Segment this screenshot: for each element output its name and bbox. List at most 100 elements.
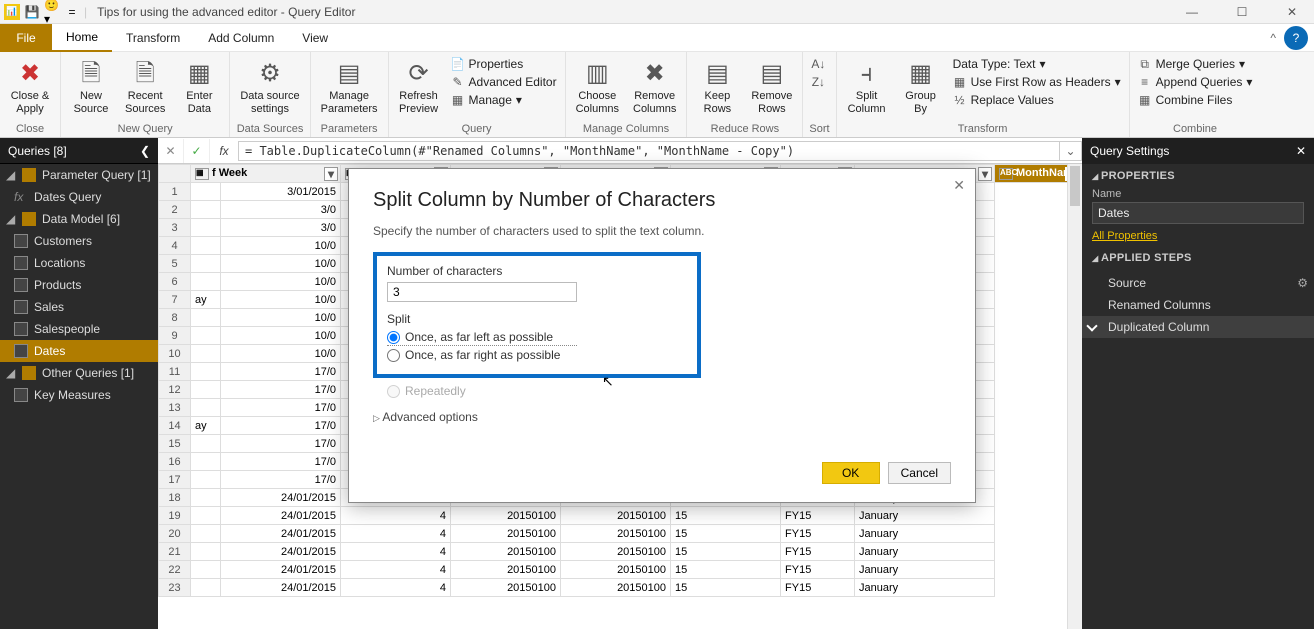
group-combine: Combine [1136, 121, 1255, 137]
num-chars-label: Number of characters [387, 264, 577, 278]
replace-values-button[interactable]: ½Replace Values [951, 92, 1123, 108]
properties-heading: PROPERTIES [1092, 170, 1304, 182]
table-row[interactable]: 2124/01/20154201501002015010015FY15Janua… [159, 543, 1082, 561]
help-icon[interactable]: ? [1284, 26, 1308, 50]
dialog-close-icon[interactable]: ✕ [953, 177, 965, 194]
close-button[interactable]: ✕ [1274, 0, 1310, 24]
group-close: Close [6, 121, 54, 137]
gear-icon[interactable]: ⚙ [1297, 276, 1308, 290]
recent-sources-button[interactable]: 🗎Recent Sources [121, 56, 169, 117]
split-label: Split [387, 312, 577, 326]
table-row[interactable]: 2324/01/20154201501002015010015FY15Janua… [159, 579, 1082, 597]
advanced-options-toggle[interactable]: Advanced options [373, 410, 951, 424]
append-queries-button[interactable]: ≡Append Queries ▾ [1136, 74, 1255, 90]
query-item[interactable]: Key Measures [0, 384, 158, 406]
query-item[interactable]: Products [0, 274, 158, 296]
group-reduce-rows: Reduce Rows [693, 121, 796, 137]
group-by-button[interactable]: ▦Group By [897, 56, 945, 117]
cancel-formula-icon[interactable]: ✕ [158, 139, 184, 163]
split-column-button[interactable]: ⫞Split Column [843, 56, 891, 117]
ok-button[interactable]: OK [822, 462, 880, 484]
maximize-button[interactable]: ☐ [1224, 0, 1260, 24]
ribbon-tabs: File Home Transform Add Column View ^ ? [0, 24, 1314, 52]
tab-file[interactable]: File [0, 24, 52, 52]
fx-icon[interactable]: fx [210, 144, 238, 158]
tab-transform[interactable]: Transform [112, 24, 194, 52]
query-item[interactable]: Dates [0, 340, 158, 362]
grid-scrollbar[interactable] [1067, 164, 1082, 629]
query-name-input[interactable] [1092, 202, 1304, 224]
manage-button[interactable]: ▦Manage ▾ [449, 92, 559, 108]
table-row[interactable]: 2224/01/20154201501002015010015FY15Janua… [159, 561, 1082, 579]
formula-input[interactable] [238, 141, 1060, 161]
group-data-sources: Data Sources [236, 121, 303, 137]
cancel-button[interactable]: Cancel [888, 462, 951, 484]
split-column-dialog: ✕ Split Column by Number of Characters S… [348, 168, 976, 503]
queries-panel: Queries [8] ❮ ◢Parameter Query [1]fxDate… [0, 138, 158, 629]
emoji-icon[interactable]: 🙂▾ [44, 4, 60, 20]
new-source-button[interactable]: 🗎New Source [67, 56, 115, 117]
num-chars-input[interactable] [387, 282, 577, 302]
query-item[interactable]: Locations [0, 252, 158, 274]
remove-rows-button[interactable]: ▤Remove Rows [747, 56, 796, 117]
applied-step[interactable]: Duplicated Column [1082, 316, 1314, 338]
group-new-query: New Query [67, 121, 223, 137]
sort-asc-button[interactable]: A↓ [809, 56, 827, 72]
tab-view[interactable]: View [288, 24, 342, 52]
remove-columns-button[interactable]: ✖Remove Columns [629, 56, 680, 117]
applied-step[interactable]: Source⚙ [1082, 272, 1314, 294]
properties-button[interactable]: 📄Properties [449, 56, 559, 72]
app-icon: 📊 [4, 4, 20, 20]
editor-area: ✕ ✓ fx ⌄ ▦f Week▾▦WeekEnding▾1²₃Week Num… [158, 138, 1082, 629]
settings-close-icon[interactable]: ✕ [1296, 144, 1306, 158]
data-type-button[interactable]: Data Type: Text ▾ [951, 56, 1123, 72]
quick-access-toolbar: 📊 💾 🙂▾ = | [4, 4, 87, 20]
minimize-button[interactable]: ― [1174, 0, 1210, 24]
split-option-repeatedly[interactable]: Repeatedly [387, 384, 951, 398]
window-title: Tips for using the advanced editor - Que… [97, 5, 355, 19]
group-parameters: Parameters [317, 121, 382, 137]
query-folder[interactable]: ◢Parameter Query [1] [0, 164, 158, 186]
split-option-left[interactable]: Once, as far left as possible [387, 330, 577, 346]
query-folder[interactable]: ◢Other Queries [1] [0, 362, 158, 384]
table-row[interactable]: 2024/01/20154201501002015010015FY15Janua… [159, 525, 1082, 543]
query-item[interactable]: Customers [0, 230, 158, 252]
first-row-headers-button[interactable]: ▦Use First Row as Headers ▾ [951, 74, 1123, 90]
combine-files-button[interactable]: ▦Combine Files [1136, 92, 1255, 108]
query-item[interactable]: fxDates Query [0, 186, 158, 208]
query-item[interactable]: Sales [0, 296, 158, 318]
column-header[interactable]: ▦f Week▾ [191, 165, 341, 183]
choose-columns-button[interactable]: ▥Choose Columns [572, 56, 623, 117]
applied-steps-heading: APPLIED STEPS [1092, 252, 1304, 264]
queries-header[interactable]: Queries [8] ❮ [0, 138, 158, 164]
data-source-settings-button[interactable]: ⚙Data source settings [236, 56, 303, 117]
ribbon: ✖Close & Apply Close 🗎New Source 🗎Recent… [0, 52, 1314, 138]
applied-step[interactable]: Renamed Columns [1082, 294, 1314, 316]
collapse-ribbon-icon[interactable]: ^ [1270, 31, 1276, 45]
accept-formula-icon[interactable]: ✓ [184, 139, 210, 163]
titlebar: 📊 💾 🙂▾ = | Tips for using the advanced e… [0, 0, 1314, 24]
dialog-subtitle: Specify the number of characters used to… [373, 224, 951, 238]
merge-queries-button[interactable]: ⧉Merge Queries ▾ [1136, 56, 1255, 72]
collapse-icon[interactable]: ❮ [140, 144, 150, 158]
enter-data-button[interactable]: ▦Enter Data [175, 56, 223, 117]
all-properties-link[interactable]: All Properties [1092, 230, 1157, 242]
save-icon[interactable]: 💾 [24, 4, 40, 20]
split-option-right[interactable]: Once, as far right as possible [387, 348, 577, 362]
formula-dropdown[interactable]: ⌄ [1060, 141, 1082, 161]
query-folder[interactable]: ◢Data Model [6] [0, 208, 158, 230]
refresh-preview-button[interactable]: ⟳Refresh Preview [395, 56, 443, 117]
tab-home[interactable]: Home [52, 24, 112, 52]
keep-rows-button[interactable]: ▤Keep Rows [693, 56, 741, 117]
queries-title: Queries [8] [8, 144, 67, 158]
tab-add-column[interactable]: Add Column [194, 24, 288, 52]
query-item[interactable]: Salespeople [0, 318, 158, 340]
manage-parameters-button[interactable]: ▤Manage Parameters [317, 56, 382, 117]
highlight-box: Number of characters Split Once, as far … [373, 252, 701, 378]
table-row[interactable]: 1924/01/20154201501002015010015FY15Janua… [159, 507, 1082, 525]
name-label: Name [1092, 188, 1304, 200]
close-apply-button[interactable]: ✖Close & Apply [6, 56, 54, 117]
sort-desc-button[interactable]: Z↓ [809, 74, 827, 90]
advanced-editor-button[interactable]: ✎Advanced Editor [449, 74, 559, 90]
equals-icon[interactable]: = [64, 4, 80, 20]
